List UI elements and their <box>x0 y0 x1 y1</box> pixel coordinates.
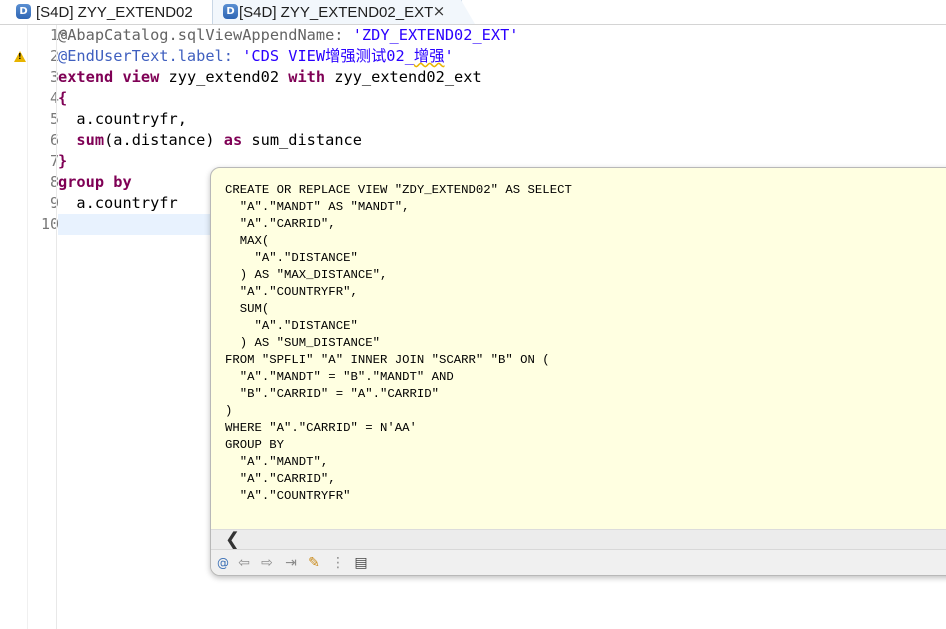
horizontal-scrollbar[interactable]: ❮ <box>211 529 946 550</box>
code-line-2: @EndUserText.label: 'CDS VIEW增强测试02_增强' <box>58 46 454 67</box>
open-declaration-icon[interactable]: ⇥ <box>282 554 300 572</box>
pin-icon[interactable]: ✎ <box>305 554 323 572</box>
code-line-1: @AbapCatalog.sqlViewAppendName: 'ZDY_EXT… <box>58 25 519 46</box>
keyword: with <box>288 68 326 86</box>
tab-label: [S4D] ZYY_EXTEND02 <box>36 3 193 21</box>
keyword: sum <box>76 131 105 149</box>
code-line-8: group by <box>58 173 132 191</box>
code-line-6: sum(a.distance) as sum_distance <box>58 130 362 151</box>
gutter-divider <box>56 25 57 629</box>
annotation-text: @EndUserText.label: <box>58 47 243 65</box>
annotation-text: @AbapCatalog.sqlViewAppendName: <box>58 26 353 44</box>
sql-create-statement-popup[interactable]: CREATE OR REPLACE VIEW "ZDY_EXTEND02" AS… <box>210 167 946 576</box>
popup-toolbar: @ ⇦ ⇨ ⇥ ✎ ⋮ ▤ <box>211 549 946 575</box>
keyword: as <box>223 131 243 149</box>
keyword: extend view <box>58 68 160 86</box>
ddl-file-icon: D <box>16 4 31 19</box>
scroll-left-icon[interactable]: ❮ <box>225 530 243 550</box>
annotation-ruler <box>0 25 13 629</box>
code-line-7: } <box>58 152 68 170</box>
string-literal-warning: 增强 <box>413 47 445 65</box>
code-line-3: extend view zyy_extend02 with zyy_extend… <box>58 67 482 88</box>
forward-icon[interactable]: ⇨ <box>258 554 276 572</box>
identifier: zyy_extend02 <box>159 68 289 86</box>
ddl-file-icon: D <box>223 4 238 19</box>
back-icon[interactable]: ⇦ <box>235 554 253 572</box>
identifier: zyy_extend02_ext <box>325 68 482 86</box>
at-icon[interactable]: @ <box>214 554 232 572</box>
code-line-5: a.countryfr, <box>58 110 187 128</box>
tab-label: [S4D] ZYY_EXTEND02_EXT <box>239 3 434 21</box>
close-tab-icon[interactable]: × <box>432 3 446 19</box>
string-literal: 'ZDY_EXTEND02_EXT' <box>352 26 519 44</box>
code-line-9: a.countryfr <box>58 194 178 212</box>
tab-zyy-extend02[interactable]: D [S4D] ZYY_EXTEND02 <box>0 0 212 24</box>
outline-icon[interactable]: ▤ <box>352 554 370 572</box>
tab-zyy-extend02-ext[interactable]: D [S4D] ZYY_EXTEND02_EXT <box>212 0 475 24</box>
string-literal: 'CDS VIEW增强测试02_ <box>242 47 414 65</box>
expression: (a.distance) <box>104 131 224 149</box>
identifier: sum_distance <box>242 131 362 149</box>
line-number-gutter: 1 ⊖ 2 3 4 5 6 7 8 9 10 <box>13 25 68 629</box>
editor-tab-bar: D [S4D] ZYY_EXTEND02 D [S4D] ZYY_EXTEND0… <box>0 0 946 25</box>
tree-icon[interactable]: ⋮ <box>329 554 347 572</box>
code-line-4: { <box>58 89 68 107</box>
sql-statement-text: CREATE OR REPLACE VIEW "ZDY_EXTEND02" AS… <box>225 183 572 503</box>
string-literal: ' <box>444 47 454 65</box>
